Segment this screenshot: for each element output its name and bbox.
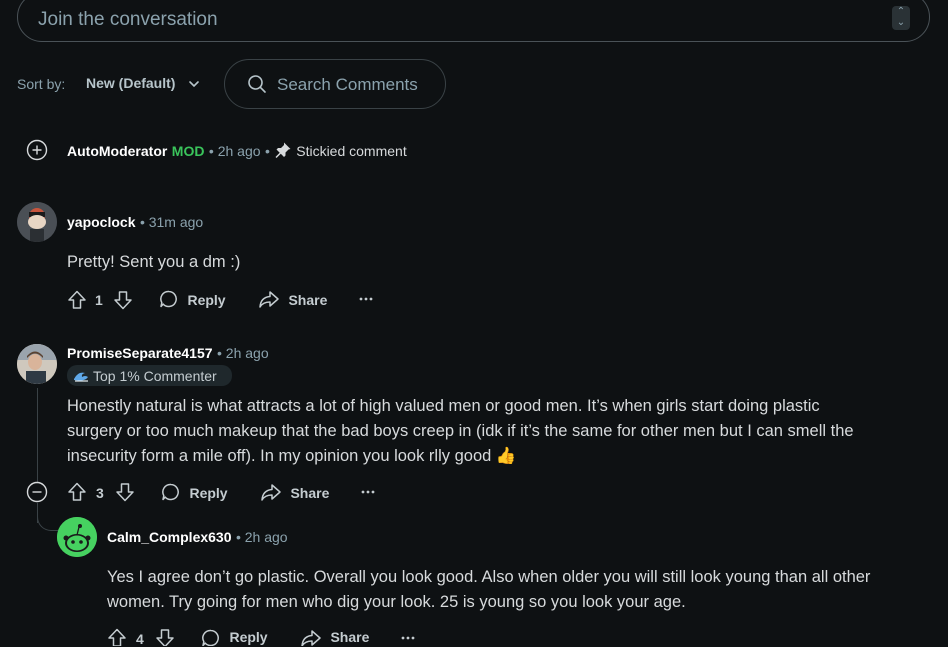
sort-label: Sort by: (17, 76, 66, 92)
comment-author[interactable]: AutoModerator (67, 143, 167, 159)
share-label: Share (290, 485, 330, 501)
downvote-button[interactable] (112, 289, 134, 311)
comment-author[interactable]: Calm_Complex630 (107, 529, 232, 545)
share-button[interactable]: Share (300, 628, 369, 647)
sort-dropdown[interactable]: New (Default) (86, 75, 175, 91)
search-icon (247, 74, 267, 94)
upvote-button[interactable] (66, 481, 88, 503)
chevron-down-icon[interactable] (187, 77, 201, 91)
comment-body-line: Honestly natural is what attracts a lot … (67, 397, 820, 415)
thread-line[interactable] (37, 388, 38, 483)
comment-body-line: Yes I agree don’t go plastic. Overall yo… (107, 568, 871, 586)
pushpin-icon (274, 141, 292, 159)
upvote-button[interactable] (106, 627, 128, 646)
speech-bubble-icon (201, 628, 221, 646)
avatar[interactable] (57, 517, 97, 557)
share-arrow-icon (260, 482, 282, 502)
comment-body-line: women. Try going for men who dig your lo… (107, 593, 686, 611)
vote-count: 3 (96, 485, 104, 501)
reply-label: Reply (229, 629, 268, 645)
expand-comment-button[interactable] (26, 139, 48, 161)
wave-icon (73, 369, 89, 383)
composer-placeholder: Join the conversation (38, 9, 218, 30)
reply-label: Reply (189, 485, 228, 501)
avatar[interactable] (17, 344, 57, 384)
vote-count: 1 (95, 292, 103, 308)
mod-tag: MOD (171, 143, 205, 159)
comment-header: Calm_Complex630 • 2h ago (107, 529, 288, 545)
comment-body: Yes I agree don’t go plastic. Overall yo… (107, 565, 870, 615)
more-options-button[interactable] (400, 629, 416, 645)
comment-time[interactable]: 31m ago (149, 214, 203, 230)
composer-resize-icon[interactable]: ⌃ ⌄ (892, 6, 910, 30)
more-options-button[interactable] (358, 290, 374, 306)
comment-time[interactable]: 2h ago (245, 529, 288, 545)
share-button[interactable]: Share (260, 482, 329, 503)
collapse-comment-button[interactable] (26, 481, 48, 503)
flair-label: Top 1% Commenter (93, 368, 217, 384)
more-options-button[interactable] (360, 483, 376, 499)
downvote-button[interactable] (114, 481, 136, 503)
comment-author[interactable]: PromiseSeparate4157 (67, 345, 213, 361)
stickied-label: Stickied comment (296, 143, 407, 159)
comment-time[interactable]: 2h ago (218, 143, 261, 159)
share-label: Share (288, 292, 328, 308)
comment-header: yapoclock • 31m ago (67, 214, 204, 230)
search-comments-label: Search Comments (277, 75, 418, 94)
share-arrow-icon (258, 289, 280, 309)
upvote-button[interactable] (66, 289, 88, 311)
comment-header-automod: AutoModerator MOD • 2h ago • Stickied co… (67, 141, 407, 159)
reply-button[interactable]: Reply (159, 289, 226, 310)
reply-button[interactable]: Reply (201, 628, 268, 647)
reply-label: Reply (187, 292, 226, 308)
comment-body: Pretty! Sent you a dm :) (67, 253, 241, 271)
reply-button[interactable]: Reply (161, 482, 228, 503)
share-arrow-icon (300, 628, 322, 646)
comment-header: PromiseSeparate4157 • 2h ago (67, 345, 269, 361)
comment-body-line: surgery or too much makeup that the bad … (67, 422, 854, 440)
share-button[interactable]: Share (258, 289, 327, 310)
speech-bubble-icon (161, 482, 181, 502)
comment-author[interactable]: yapoclock (67, 214, 135, 230)
downvote-button[interactable] (154, 627, 176, 646)
share-label: Share (330, 629, 370, 645)
vote-count: 4 (136, 631, 144, 647)
avatar[interactable] (17, 202, 57, 242)
thread-connector (37, 508, 58, 531)
comment-time[interactable]: 2h ago (226, 345, 269, 361)
speech-bubble-icon (159, 289, 179, 309)
comment-body: Honestly natural is what attracts a lot … (67, 394, 854, 469)
comment-body-line: insecurity form a mile off). In my opini… (67, 447, 517, 465)
